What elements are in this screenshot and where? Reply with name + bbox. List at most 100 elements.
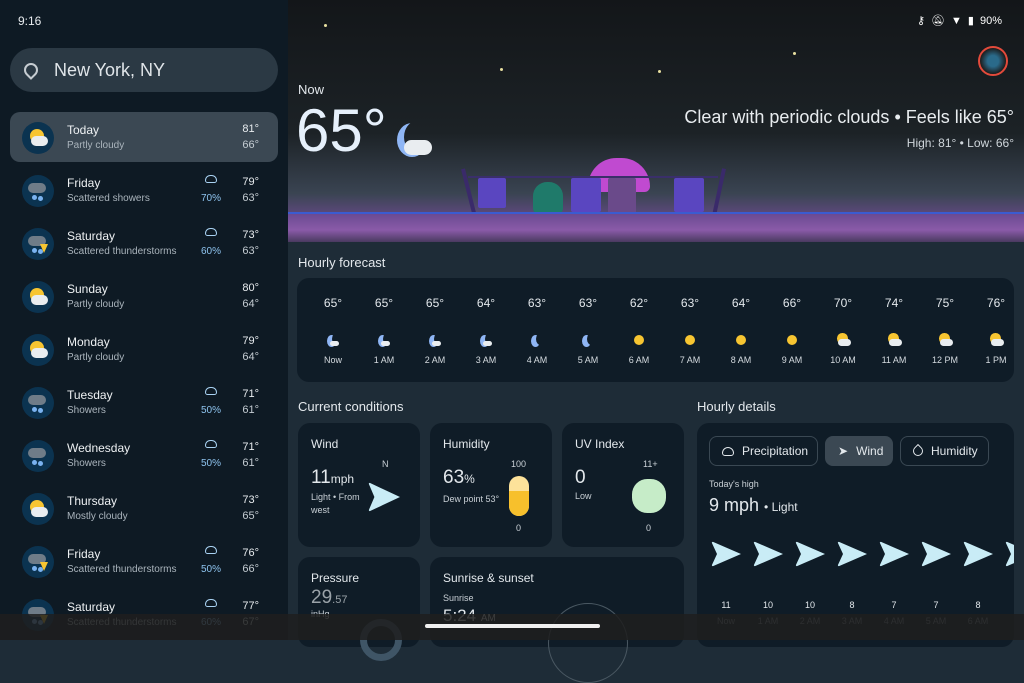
day-condition: Scattered showers [67, 193, 150, 204]
day-high: 79° [242, 176, 259, 188]
day-condition: Showers [67, 458, 106, 469]
day-name: Sunday [67, 282, 108, 296]
hour-temp: 63° [578, 296, 598, 310]
humidity-title: Humidity [443, 437, 490, 451]
day-low: 61° [242, 404, 259, 416]
wind-speed-value: 10 [804, 600, 815, 610]
day-item[interactable]: Sunday Partly cloudy 80° 64° [10, 271, 278, 321]
wind-unit: mph [330, 472, 355, 486]
day-high: 71° [242, 441, 259, 453]
pressure-decimal: .57 [332, 594, 348, 606]
day-condition: Scattered thunderstorms [67, 246, 177, 257]
partly-cloudy-icon [22, 122, 54, 154]
compass-north: N [382, 459, 389, 469]
humidity-gauge [509, 476, 529, 516]
tab-wind[interactable]: ➤ Wind [825, 436, 893, 466]
day-item[interactable]: Monday Partly cloudy 79° 64° [10, 324, 278, 374]
location-search[interactable]: New York, NY [10, 48, 278, 92]
hourly-details-title: Hourly details [697, 399, 776, 414]
hour-temp: 70° [833, 296, 853, 310]
avatar[interactable] [978, 46, 1008, 76]
wind-direction-icon [837, 541, 867, 567]
hour-label: 8 AM [730, 355, 752, 365]
battery-level: 90% [979, 14, 1002, 27]
hour-label: 9 AM [781, 355, 803, 365]
sidebar: 9:16 New York, NY Today Partly cloudy 81… [0, 0, 288, 640]
rain-icon [205, 599, 217, 607]
hour-temp: 63° [680, 296, 700, 310]
sun-icon [729, 328, 753, 352]
hour-temp: 76° [986, 296, 1006, 310]
tab-precipitation[interactable]: Precipitation [709, 436, 818, 466]
day-name: Today [67, 123, 100, 137]
wind-speed-value: 7 [1000, 600, 1014, 610]
day-low: 66° [242, 563, 259, 575]
rain-icon [205, 387, 217, 395]
bell-off-icon: 🔕︎ [931, 15, 946, 27]
sun-icon [780, 328, 804, 352]
sun-cloud-icon [882, 328, 906, 352]
day-item[interactable]: Saturday Scattered thunderstorms 60% 73°… [10, 218, 278, 268]
sunrise-title: Sunrise & sunset [443, 571, 534, 585]
day-low: 64° [242, 298, 259, 310]
wind-card[interactable]: Wind 11mph Light • From west N [298, 423, 420, 547]
hour-label: 7 AM [679, 355, 701, 365]
hour-temp: 63° [527, 296, 547, 310]
day-name: Saturday [67, 229, 116, 243]
pressure-value: 29 [311, 587, 333, 608]
day-condition: Partly cloudy [67, 140, 125, 151]
day-item[interactable]: Today Partly cloudy 81° 66° [10, 112, 278, 162]
day-low: 65° [242, 510, 259, 522]
hour-temp: 62° [629, 296, 649, 310]
day-item[interactable]: Tuesday Showers 50% 71° 61° [10, 377, 278, 427]
day-item[interactable]: Friday Scattered thunderstorms 50% 76° 6… [10, 536, 278, 586]
location-pin-icon [21, 60, 41, 80]
home-handle[interactable] [425, 624, 600, 628]
showers-icon [22, 440, 54, 472]
day-item[interactable]: Wednesday Showers 50% 71° 61° [10, 430, 278, 480]
day-high: 76° [242, 547, 259, 559]
day-low: 63° [242, 192, 259, 204]
wind-speed-value: 11 [721, 600, 731, 610]
day-high: 81° [242, 123, 259, 135]
day-condition: Partly cloudy [67, 352, 125, 363]
rain-icon [722, 446, 734, 456]
hourly-forecast-card[interactable]: 65° Now 65° 1 AM 65° 2 AM 64° 3 AM 63° 4 AM 63° 5 A… [297, 278, 1014, 382]
showers-icon [22, 175, 54, 207]
sun-icon [678, 328, 702, 352]
moon-icon [525, 328, 549, 352]
wind-speed: 11 [311, 467, 331, 488]
hour-label: 5 AM [577, 355, 599, 365]
dew-point: Dew point 53° [443, 494, 500, 504]
partly-cloudy-icon [22, 334, 54, 366]
wind-direction-icon [711, 541, 741, 567]
wind-direction-icon [753, 541, 783, 567]
moon-cloud-icon [392, 118, 432, 158]
wind-direction-icon [879, 541, 909, 567]
hour-label: 1 PM [985, 355, 1007, 365]
precip-chance: 60% [200, 246, 221, 257]
precip-chance: 70% [200, 193, 221, 204]
day-condition: Mostly cloudy [67, 511, 128, 522]
day-name: Friday [67, 176, 101, 190]
rain-icon [205, 175, 217, 183]
precip-chance: 50% [200, 405, 221, 416]
hour-temp: 65° [425, 296, 445, 310]
todays-high-label: Today's high [709, 479, 759, 489]
now-label: Now [298, 82, 325, 97]
day-high: 73° [242, 229, 259, 241]
wind-speed-value: 7 [891, 600, 897, 610]
day-item[interactable]: Friday Scattered showers 70% 79° 63° [10, 165, 278, 215]
hour-temp: 75° [935, 296, 955, 310]
tab-humidity[interactable]: Humidity [900, 436, 989, 466]
wind-desc: Light • From west [311, 492, 360, 515]
day-item[interactable]: Thursday Mostly cloudy 73° 65° [10, 483, 278, 533]
uv-min: 0 [646, 523, 652, 533]
humidity-card[interactable]: Humidity 63% Dew point 53° 100 0 [430, 423, 552, 547]
mostly-cloudy-icon [22, 493, 54, 525]
hour-label: 4 AM [526, 355, 548, 365]
day-name: Saturday [67, 600, 116, 614]
navigation-bar [0, 614, 1024, 640]
humidity-unit: % [464, 472, 475, 486]
uv-card[interactable]: UV Index 0 Low 11+ 0 [562, 423, 684, 547]
